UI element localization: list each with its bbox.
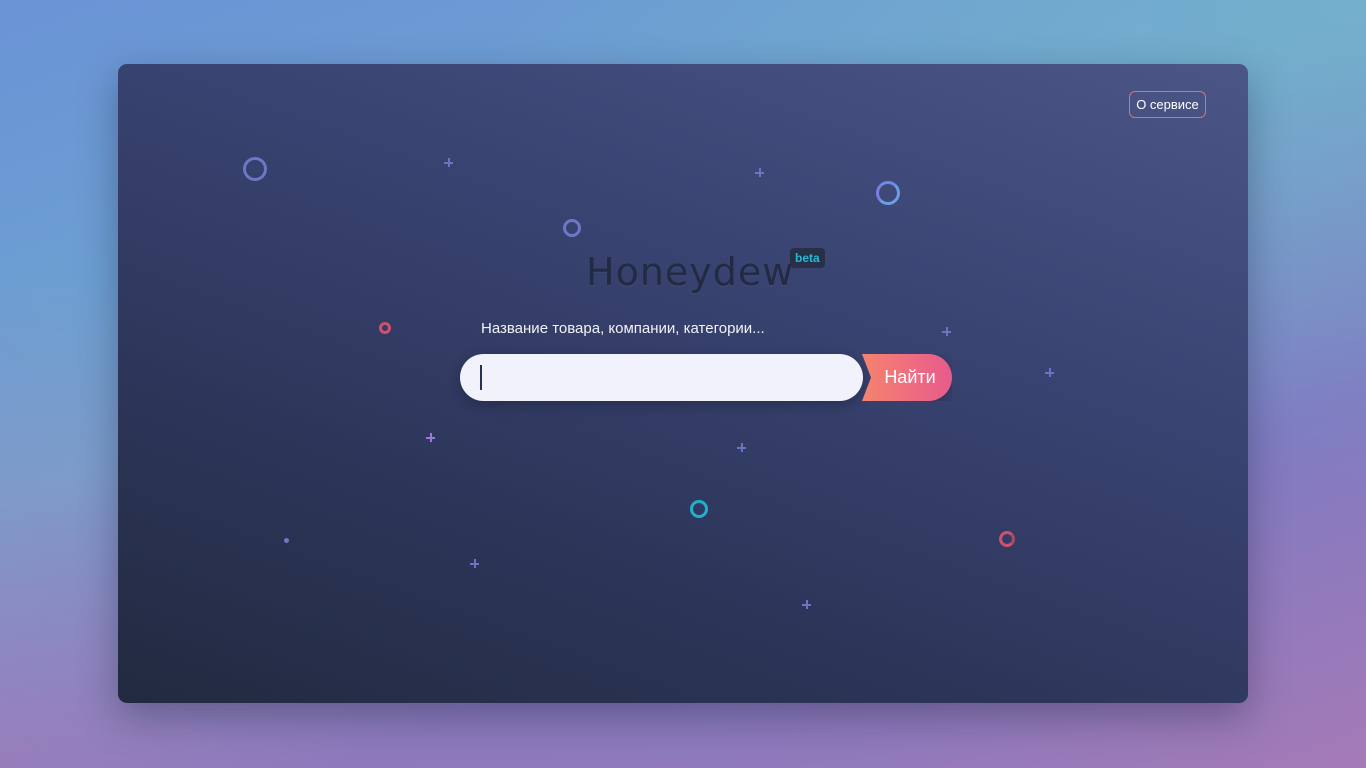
decor-ring-icon bbox=[999, 531, 1015, 547]
decor-ring-icon bbox=[243, 157, 267, 181]
brand-logo: Honeydew bbox=[586, 250, 795, 294]
decor-plus-icon bbox=[802, 600, 811, 609]
decor-plus-icon bbox=[470, 559, 479, 568]
search-field[interactable] bbox=[460, 354, 863, 401]
decor-plus-icon bbox=[942, 327, 951, 336]
about-service-button[interactable]: О сервисе bbox=[1129, 91, 1206, 118]
decor-ring-icon bbox=[379, 322, 391, 334]
decor-plus-icon bbox=[755, 168, 764, 177]
decor-ring-icon bbox=[690, 500, 708, 518]
search-hint-label: Название товара, компании, категории... bbox=[481, 320, 765, 337]
beta-badge: beta bbox=[790, 248, 825, 268]
decor-plus-icon bbox=[444, 158, 453, 167]
decor-plus-icon bbox=[1045, 368, 1054, 377]
find-button[interactable]: Найти bbox=[862, 354, 952, 401]
text-caret bbox=[480, 365, 482, 390]
decor-dot-icon bbox=[284, 538, 289, 543]
decor-plus-icon bbox=[737, 443, 746, 452]
decor-ring-icon bbox=[876, 181, 900, 205]
search-input[interactable] bbox=[460, 354, 863, 401]
decor-plus-icon bbox=[426, 433, 435, 442]
decor-ring-icon bbox=[563, 219, 581, 237]
main-card: О сервисе Honeydew beta Название товара,… bbox=[118, 64, 1248, 703]
